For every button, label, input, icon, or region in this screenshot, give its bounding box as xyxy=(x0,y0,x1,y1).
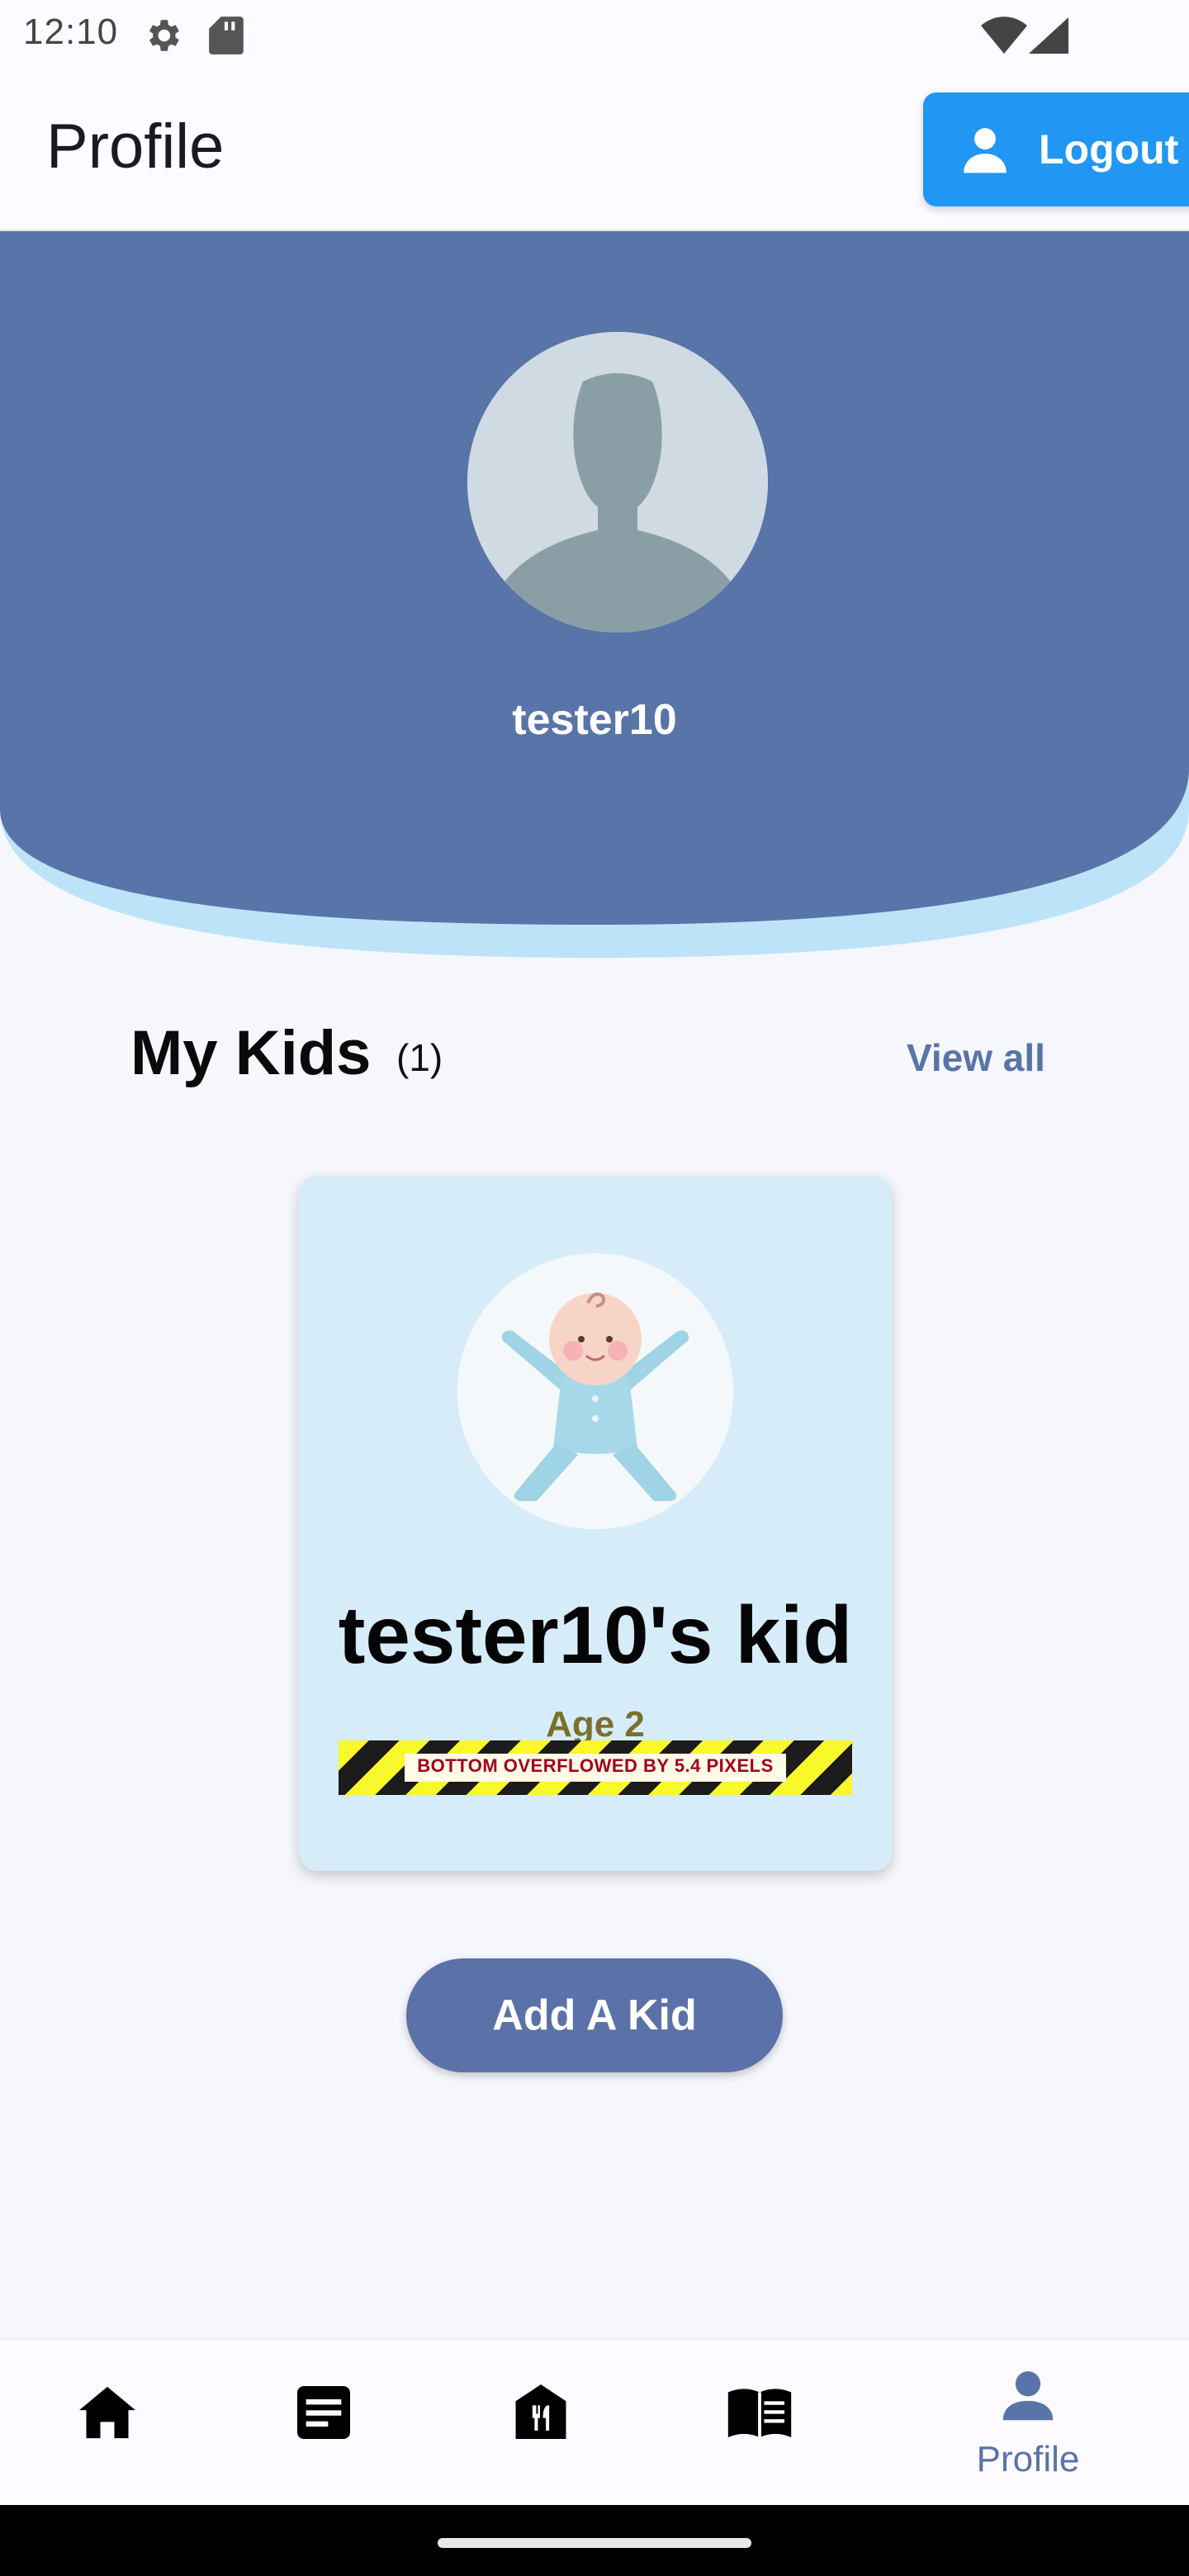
add-kid-button[interactable]: Add A Kid xyxy=(406,1958,783,2072)
baby-icon xyxy=(457,1253,733,1529)
page-title: Profile xyxy=(46,111,225,182)
sd-card-icon xyxy=(208,15,244,60)
restaurant-icon xyxy=(515,2384,566,2439)
person-icon xyxy=(958,124,1012,179)
app-bar: Profile Logout xyxy=(0,69,1189,231)
wifi-icon xyxy=(981,17,1027,59)
nav-item-library[interactable] xyxy=(684,2340,832,2507)
logout-label: Logout xyxy=(1039,126,1179,173)
book-icon xyxy=(727,2389,792,2437)
nav-item-profile[interactable]: Profile xyxy=(941,2340,1115,2507)
view-all-link[interactable]: View all xyxy=(907,1035,1045,1080)
overflow-warning-label: BOTTOM OVERFLOWED BY 5.4 PIXELS xyxy=(417,1755,774,1776)
kid-card[interactable]: tester10's kid Age 2 BOTTOM OVERFLOWED B… xyxy=(299,1176,892,1871)
home-icon xyxy=(79,2386,135,2439)
person-icon xyxy=(1002,2371,1054,2421)
overflow-warning: BOTTOM OVERFLOWED BY 5.4 PIXELS xyxy=(339,1740,852,1795)
kids-count: (1) xyxy=(396,1036,443,1079)
settings-icon xyxy=(142,15,183,60)
kid-age: Age 2 xyxy=(546,1704,645,1745)
article-icon xyxy=(297,2386,350,2439)
my-kids-title: My Kids xyxy=(130,1018,372,1088)
system-gesture-area xyxy=(0,2505,1189,2576)
nav-label-profile: Profile xyxy=(976,2439,1080,2479)
logout-button[interactable]: Logout xyxy=(923,92,1189,206)
status-time: 12:10 xyxy=(23,12,119,52)
avatar xyxy=(467,332,768,632)
cell-signal-icon xyxy=(1029,17,1068,59)
bottom-nav: Profile xyxy=(0,2338,1189,2505)
username: tester10 xyxy=(512,696,677,744)
home-indicator[interactable] xyxy=(438,2538,751,2548)
status-bar: 12:10 xyxy=(0,0,1189,69)
kid-photo xyxy=(457,1253,733,1529)
add-kid-label: Add A Kid xyxy=(492,1991,697,2039)
nav-item-restaurants[interactable] xyxy=(466,2340,614,2507)
nav-item-articles[interactable] xyxy=(249,2340,398,2507)
nav-item-home[interactable] xyxy=(33,2340,182,2507)
default-avatar-icon xyxy=(467,332,768,632)
kid-name: tester10's kid xyxy=(338,1589,853,1680)
